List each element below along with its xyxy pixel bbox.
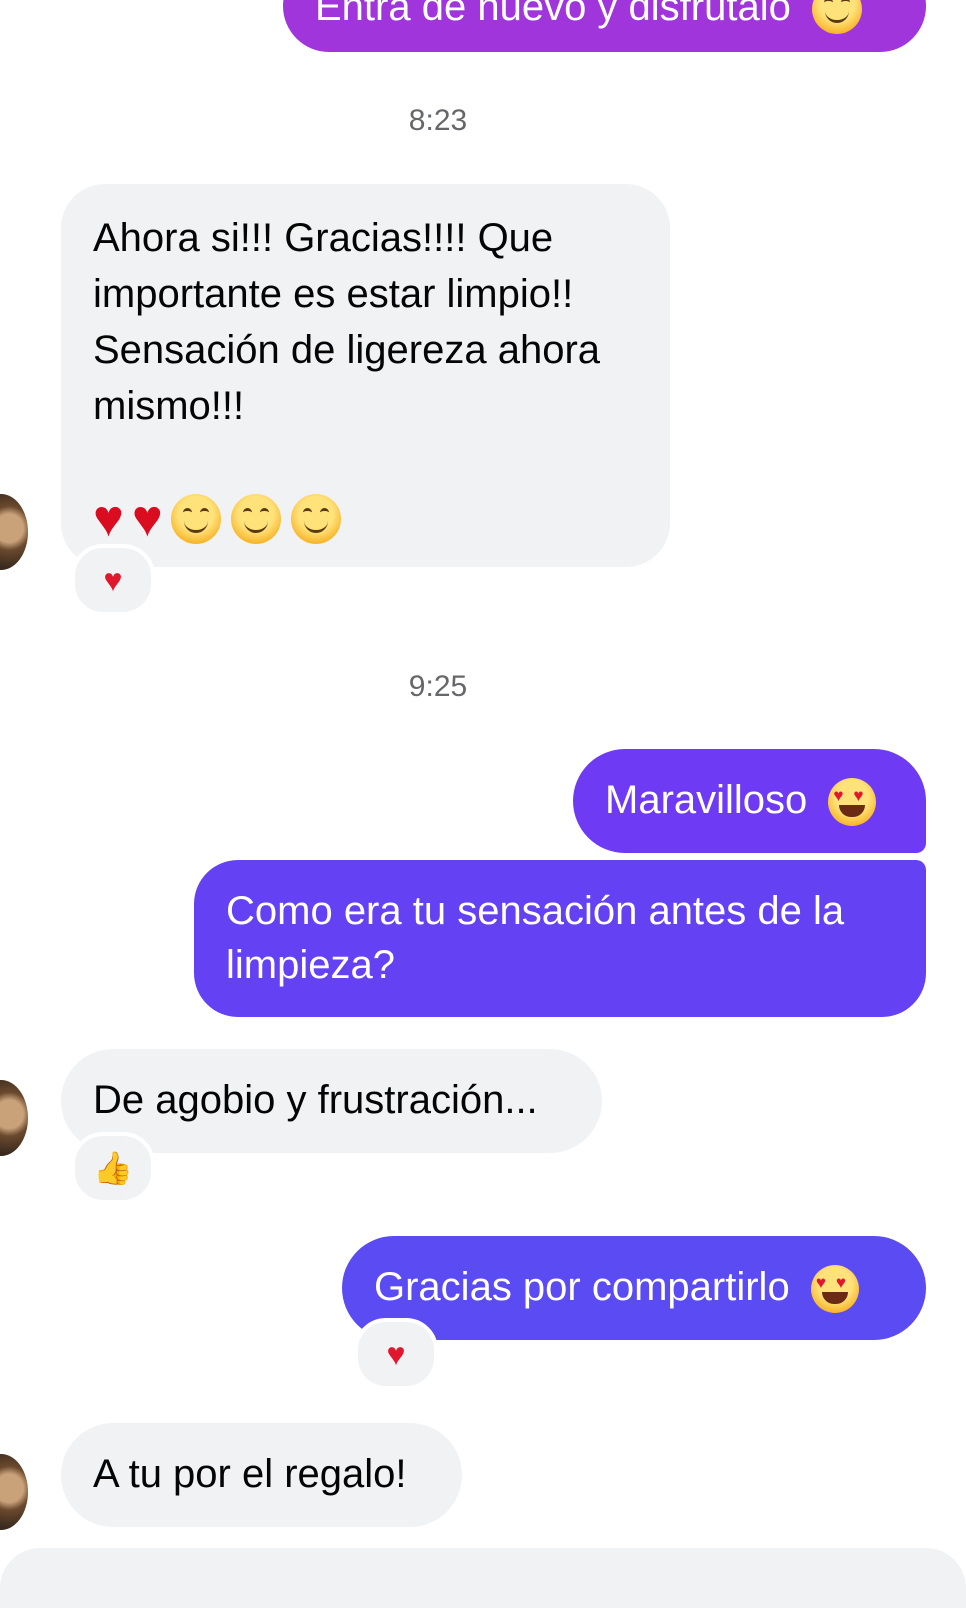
smiling-face-icon	[230, 494, 281, 545]
smiling-face-icon	[290, 494, 341, 545]
message-text: A tu por el regalo!	[93, 1452, 407, 1496]
incoming-message-bubble[interactable]: Ahora si!!! Gracias!!!! Que importante e…	[61, 184, 670, 567]
outgoing-message-bubble[interactable]: Entra de nuevo y disfrutalo	[283, 0, 926, 52]
incoming-message-bubble[interactable]: A tu por el regalo!	[61, 1423, 462, 1527]
thumbs-up-icon: 👍	[93, 1149, 133, 1187]
smiling-face-icon	[811, 0, 862, 35]
heart-eyes-icon: ♥ ♥	[810, 1265, 859, 1314]
reaction-badge[interactable]: ♥	[71, 544, 155, 616]
message-text: Entra de nuevo y disfrutalo	[315, 0, 791, 29]
message-text: Ahora si!!! Gracias!!!! Que importante e…	[93, 216, 601, 428]
message-text: Gracias por compartirlo	[374, 1265, 790, 1309]
avatar[interactable]	[0, 494, 28, 570]
message-text: De agobio y frustración...	[93, 1078, 538, 1122]
heart-eyes-icon: ♥ ♥	[828, 778, 877, 827]
red-heart-icon: ♥	[93, 490, 124, 549]
composer-edge	[0, 1548, 966, 1608]
outgoing-message-bubble[interactable]: Gracias por compartirlo ♥ ♥	[342, 1236, 926, 1340]
heart-reaction-icon: ♥	[103, 561, 123, 598]
red-heart-icon: ♥	[131, 490, 163, 549]
avatar[interactable]	[0, 1454, 28, 1530]
timestamp: 8:23	[408, 104, 468, 137]
reaction-badge[interactable]: ♥	[354, 1318, 438, 1390]
smiling-face-icon	[170, 494, 221, 545]
reaction-badge[interactable]: 👍	[71, 1132, 155, 1204]
outgoing-message-bubble[interactable]: Como era tu sensación antes de la limpie…	[194, 860, 926, 1017]
heart-reaction-icon: ♥	[386, 1335, 406, 1372]
message-text: Como era tu sensación antes de la limpie…	[226, 889, 845, 987]
avatar[interactable]	[0, 1080, 28, 1156]
timestamp: 9:25	[408, 670, 468, 703]
emoji-row: ♥ ♥	[93, 490, 638, 549]
outgoing-message-bubble[interactable]: Maravilloso ♥ ♥	[573, 749, 926, 853]
message-text: Maravilloso	[605, 778, 808, 822]
